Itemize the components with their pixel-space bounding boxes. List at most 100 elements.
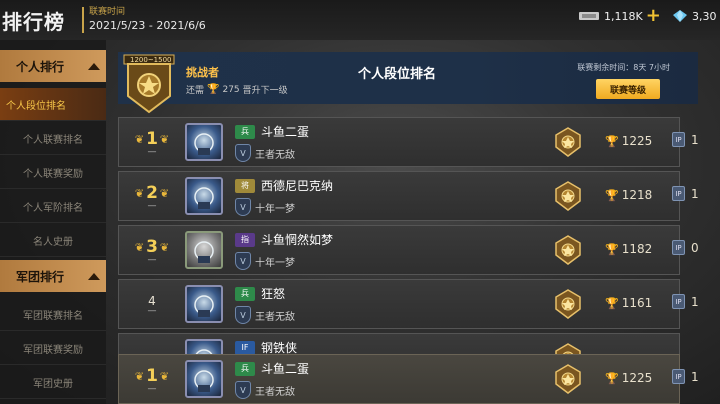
- avatar[interactable]: [185, 285, 223, 323]
- currency-1: 1,118K +: [578, 7, 661, 25]
- class-icon: 指: [235, 232, 255, 247]
- trophy-icon: 🏆: [207, 84, 220, 95]
- section-label: 军团排行: [16, 269, 65, 284]
- table-row[interactable]: ❦ 4 ❦ — 兵 狂怒 V 王者无敌 🏆 1161: [118, 279, 699, 329]
- rank-change: —: [147, 306, 157, 316]
- guild-shield-icon: V: [235, 144, 251, 162]
- rank-list-title: 个人段位排名: [358, 67, 437, 82]
- rank-number: 1: [146, 129, 158, 149]
- rank-cell: ❦ 3 ❦ —: [119, 225, 185, 275]
- league-points-value: 0: [691, 240, 699, 255]
- laurel-left-icon: ❦: [134, 369, 145, 383]
- tier-score-range: 1200~1500: [130, 56, 172, 64]
- guild-name: 十年一梦: [255, 203, 295, 215]
- rank-emblem-icon: [555, 289, 581, 319]
- score: 🏆 1161: [605, 296, 652, 310]
- league-tier-button[interactable]: 联赛等级: [596, 79, 660, 99]
- trophy-icon: 🏆: [605, 371, 619, 385]
- league-points: IP 1: [672, 132, 699, 147]
- banknote-icon: [579, 12, 599, 20]
- guild-shield-icon: V: [235, 306, 251, 324]
- rank-number: 3: [146, 237, 158, 257]
- sidebar-item-legion-league-reward[interactable]: 军团联赛奖励: [0, 332, 106, 365]
- season-label: 联赛时间: [89, 7, 126, 17]
- rank-change: —: [147, 384, 157, 394]
- league-points-value: 1: [691, 369, 699, 384]
- laurel-right-icon: ❦: [159, 186, 170, 200]
- sidebar: 个人排行 个人段位排名 个人联赛排名 个人联赛奖励 个人军阶排名 名人史册 军团…: [0, 40, 106, 404]
- player-name: 斗鱼二蛋: [261, 125, 310, 139]
- guild-shield-icon: V: [235, 198, 251, 216]
- table-row[interactable]: ❦ 1 ❦ — 兵 斗鱼二蛋 V 王者无敌 🏆 1225 IP 1: [118, 354, 699, 404]
- class-icon: 兵: [235, 361, 255, 376]
- trophy-icon: 🏆: [605, 188, 619, 202]
- avatar[interactable]: [185, 360, 223, 398]
- guild-shield-icon: V: [235, 381, 251, 399]
- laurel-left-icon: ❦: [134, 240, 145, 254]
- rank-change: —: [147, 147, 157, 157]
- league-points: IP 1: [672, 369, 699, 384]
- rank-cell: ❦ 1 ❦ —: [119, 117, 185, 167]
- section-label: 个人排行: [16, 59, 65, 74]
- sidebar-item-personal-league-reward[interactable]: 个人联赛奖励: [0, 156, 106, 189]
- rank-change: —: [147, 201, 157, 211]
- need-prefix: 还需: [186, 86, 205, 96]
- guild-name: 王者无敌: [255, 311, 295, 323]
- top-bar: 排行榜 联赛时间 2021/5/23 - 2021/6/6 1,118K + 3…: [0, 0, 720, 40]
- avatar-helmet-icon: [194, 241, 214, 263]
- table-row[interactable]: ❦ 1 ❦ — 兵 斗鱼二蛋 V 王者无敌 🏆 1225 IP 1: [118, 117, 699, 167]
- score-value: 1225: [621, 134, 653, 148]
- rank-wings: ❦ 3 ❦: [135, 237, 169, 257]
- avatar-helmet-icon: [194, 295, 214, 317]
- sidebar-item-personal-rank[interactable]: 个人段位排名: [0, 88, 106, 121]
- sidebar-item-personal-league-rank[interactable]: 个人联赛排名: [0, 122, 106, 155]
- player-name-line: 兵 斗鱼二蛋: [235, 123, 309, 140]
- score-value: 1225: [621, 371, 653, 385]
- laurel-right-icon: ❦: [159, 240, 170, 254]
- add-currency-icon[interactable]: +: [646, 7, 661, 25]
- currency-1-value: 1,118K: [604, 9, 643, 23]
- rank-wings: ❦ 2 ❦: [135, 183, 169, 203]
- table-row[interactable]: ❦ 2 ❦ — 将 西德尼巴克纳 V 十年一梦 🏆 1218 IP 1: [118, 171, 699, 221]
- sidebar-item-legion-history[interactable]: 军团史册: [0, 366, 106, 399]
- rank-wings: ❦ 1 ❦: [135, 129, 169, 149]
- rank-cell: ❦ 4 ❦ —: [119, 279, 185, 329]
- avatar-helmet-icon: [194, 133, 214, 155]
- tier-name: 挑战者: [186, 66, 219, 79]
- score-value: 1161: [621, 296, 653, 310]
- avatar[interactable]: [185, 231, 223, 269]
- need-suffix: 晋升下一级: [242, 86, 288, 96]
- guild-line: V 十年一梦: [235, 252, 295, 270]
- avatar[interactable]: [185, 177, 223, 215]
- collapse-icon: [88, 272, 100, 280]
- sidebar-section-legion[interactable]: 军团排行: [0, 260, 106, 292]
- league-points: IP 1: [672, 186, 699, 201]
- league-points-value: 1: [691, 132, 699, 147]
- lp-icon: IP: [672, 240, 685, 255]
- avatar[interactable]: [185, 123, 223, 161]
- sidebar-section-personal[interactable]: 个人排行: [0, 50, 106, 82]
- avatar-helmet-icon: [194, 370, 214, 392]
- class-icon: 兵: [235, 286, 255, 301]
- player-name-line: 指 斗鱼惘然如梦: [235, 231, 333, 248]
- diamond-icon: [673, 10, 687, 22]
- class-icon: 兵: [235, 124, 255, 139]
- currency-2-value: 3,30: [692, 9, 717, 23]
- sidebar-item-hall-of-fame[interactable]: 名人史册: [0, 224, 106, 257]
- rank-emblem-icon: [555, 181, 581, 211]
- rank-number: 2: [146, 183, 158, 203]
- player-name: 斗鱼二蛋: [261, 362, 310, 376]
- laurel-left-icon: ❦: [134, 186, 145, 200]
- lp-icon: IP: [672, 186, 685, 201]
- sidebar-item-legion-league-rank[interactable]: 军团联赛排名: [0, 298, 106, 331]
- currency-2: 3,30: [672, 9, 717, 23]
- trophy-icon: 🏆: [605, 134, 619, 148]
- score: 🏆 1182: [605, 242, 652, 256]
- lp-icon: IP: [672, 294, 685, 309]
- table-row[interactable]: ❦ 3 ❦ — 指 斗鱼惘然如梦 V 十年一梦 🏆 1182 IP 0: [118, 225, 699, 275]
- player-name-line: 兵 狂怒: [235, 285, 285, 302]
- promotion-need: 还需 🏆 275 晋升下一级: [186, 83, 288, 96]
- page-title: 排行榜: [2, 10, 65, 34]
- sidebar-item-personal-military-rank[interactable]: 个人军阶排名: [0, 190, 106, 223]
- laurel-right-icon: ❦: [159, 132, 170, 146]
